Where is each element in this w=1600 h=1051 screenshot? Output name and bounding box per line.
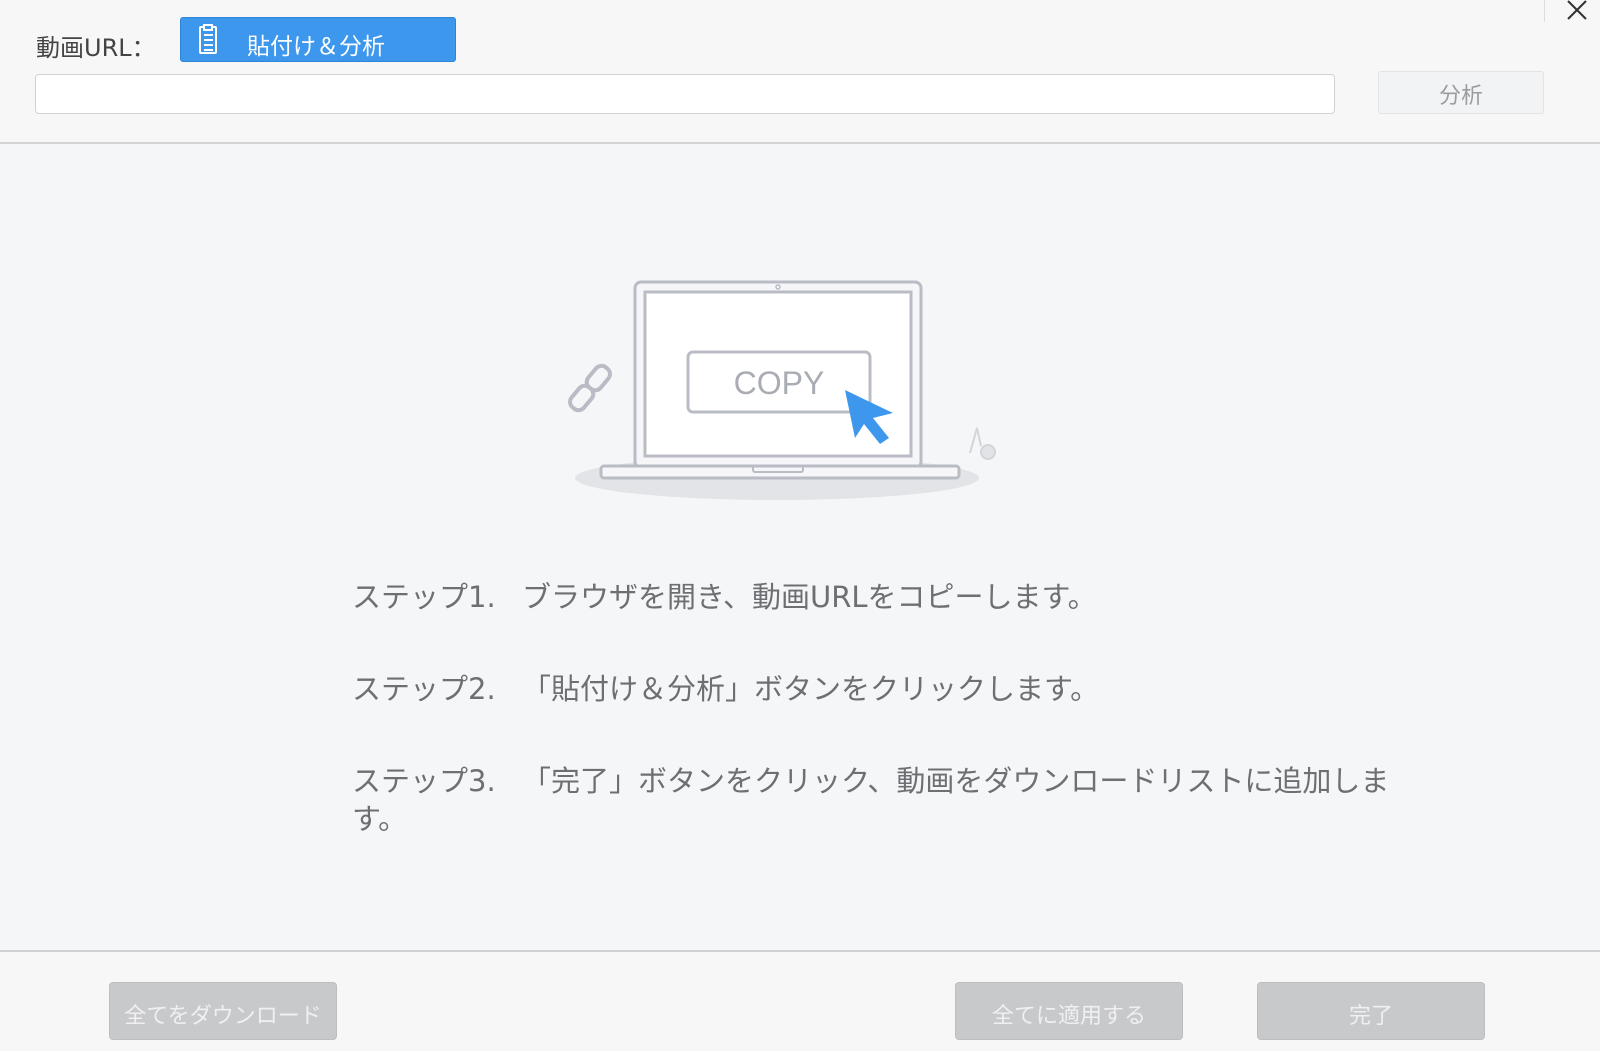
download-all-button[interactable]: 全てをダウンロード [109, 982, 337, 1040]
step-number: ステップ2. [352, 672, 496, 706]
step-number: ステップ3. [352, 764, 496, 798]
url-header: 動画URL： 貼付け＆分析 分析 [0, 0, 1600, 144]
step-text: 「貼付け＆分析」ボタンをクリックします。 [522, 672, 1100, 706]
video-url-input[interactable] [35, 74, 1335, 114]
copy-label: COPY [734, 365, 825, 401]
close-icon[interactable] [1566, 0, 1592, 26]
copy-url-illustration: COPY [565, 270, 1005, 514]
paste-analyze-button[interactable]: 貼付け＆分析 [180, 17, 456, 62]
clipboard-icon [195, 24, 221, 60]
step-1: ステップ1. ブラウザを開き、動画URLをコピーします。 [352, 574, 1097, 616]
paste-analyze-label: 貼付け＆分析 [247, 34, 385, 60]
step-2: ステップ2. 「貼付け＆分析」ボタンをクリックします。 [352, 666, 1099, 708]
step-number: ステップ1. [352, 580, 496, 614]
title-divider [1544, 0, 1545, 22]
url-label: 動画URL： [36, 34, 156, 62]
step-3: ステップ3. 「完了」ボタンをクリック、動画をダウンロードリストに追加します。 [352, 762, 1412, 838]
apply-all-button[interactable]: 全てに適用する [955, 982, 1183, 1040]
done-button[interactable]: 完了 [1257, 982, 1485, 1040]
step-text: ブラウザを開き、動画URLをコピーします。 [522, 580, 1097, 614]
analyze-button[interactable]: 分析 [1378, 71, 1544, 114]
